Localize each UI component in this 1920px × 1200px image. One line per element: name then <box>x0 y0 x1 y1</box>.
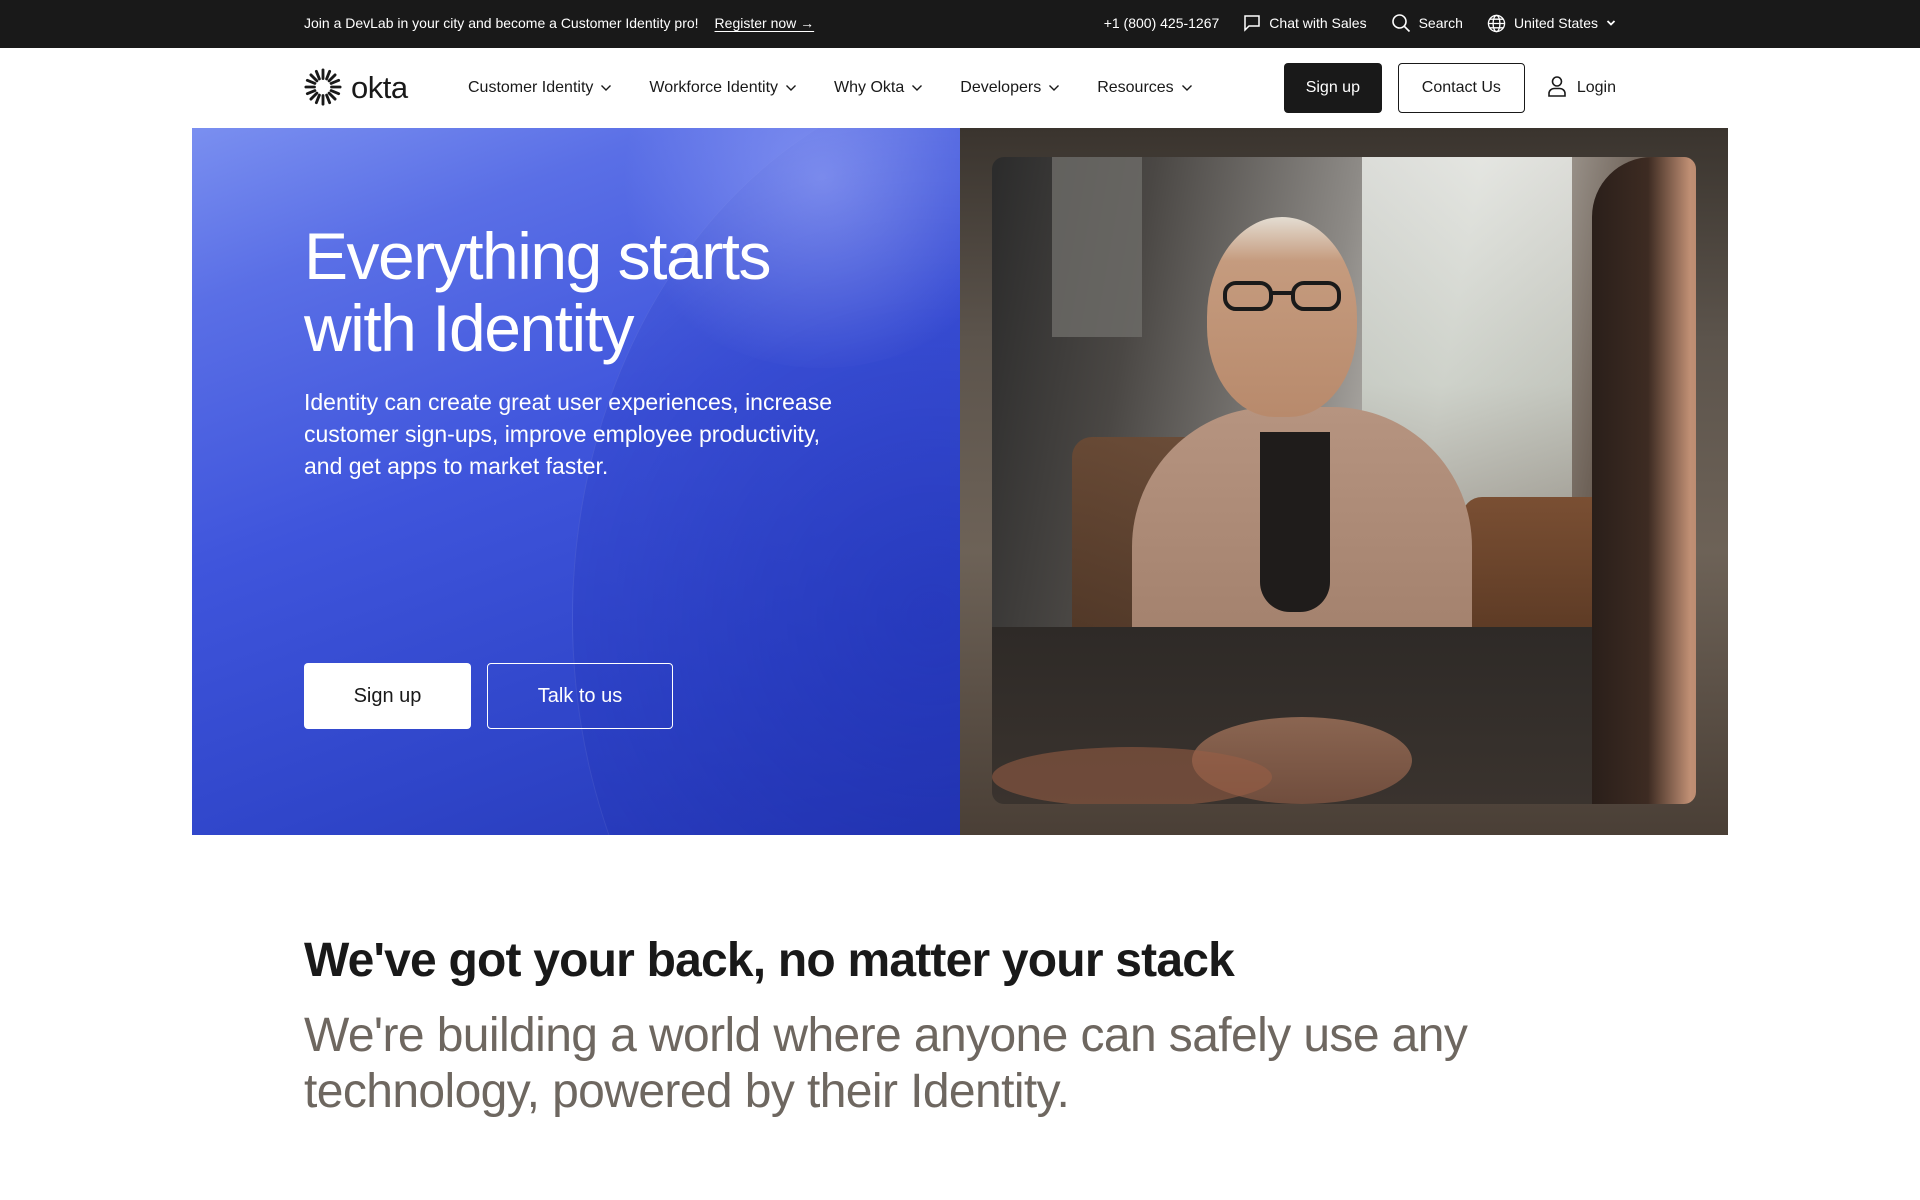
search-icon <box>1391 13 1411 33</box>
photo-second-person <box>1592 157 1696 804</box>
announcement-bar: Join a DevLab in your city and become a … <box>0 0 1920 48</box>
hero-panel: Everything starts with Identity Identity… <box>192 128 960 835</box>
chat-icon <box>1243 14 1261 32</box>
menu-label: Workforce Identity <box>649 79 779 96</box>
chat-label: Chat with Sales <box>1269 15 1367 31</box>
login-link[interactable]: Login <box>1547 75 1616 102</box>
chevron-down-icon <box>785 79 797 97</box>
hero-title: Everything starts with Identity <box>304 219 772 365</box>
contact-us-button[interactable]: Contact Us <box>1397 63 1525 113</box>
section-body: We're building a world where anyone can … <box>304 1009 1468 1118</box>
region-selector[interactable]: United States <box>1487 14 1616 33</box>
main-navigation: okta Customer Identity Workforce Identit… <box>0 48 1920 128</box>
user-icon <box>1547 75 1567 102</box>
region-label: United States <box>1513 15 1598 31</box>
menu-developers[interactable]: Developers <box>960 79 1060 97</box>
photo-background-window <box>1052 157 1142 337</box>
phone-number: +1 (800) 425-1267 <box>1103 15 1220 31</box>
talk-to-us-button[interactable]: Talk to us <box>487 663 673 729</box>
primary-menu: Customer Identity Workforce Identity Why… <box>468 79 1193 97</box>
menu-why-okta[interactable]: Why Okta <box>834 79 923 97</box>
signup-button[interactable]: Sign up <box>1283 63 1382 113</box>
okta-logo[interactable]: okta <box>304 68 408 111</box>
search-label: Search <box>1418 15 1463 31</box>
promo-text: Join a DevLab in your city and become a … <box>304 15 699 31</box>
photo-person-head <box>1207 217 1357 417</box>
login-label: Login <box>1576 79 1616 96</box>
chat-with-sales-link[interactable]: Chat with Sales <box>1243 14 1367 32</box>
menu-label: Customer Identity <box>468 79 594 96</box>
section-heading: We've got your back, no matter your stac… <box>304 934 1235 987</box>
photo-person-shirt <box>1260 432 1330 612</box>
register-now-link[interactable]: Register now → <box>715 15 815 31</box>
chevron-down-icon <box>911 79 923 97</box>
nav-actions: Sign up Contact Us Login <box>1283 63 1616 113</box>
photo-glasses <box>1223 281 1341 311</box>
hero-photo <box>992 157 1696 804</box>
menu-workforce-identity[interactable]: Workforce Identity <box>649 79 797 97</box>
logo-wordmark: okta <box>351 70 408 105</box>
chevron-down-icon <box>600 79 612 97</box>
globe-icon <box>1487 14 1506 33</box>
hero-subtitle: Identity can create great user experienc… <box>304 389 833 479</box>
chevron-down-icon <box>1606 19 1616 27</box>
promo-banner: Join a DevLab in your city and become a … <box>304 15 814 31</box>
menu-label: Resources <box>1097 79 1174 96</box>
utility-links: +1 (800) 425-1267 Chat with Sales Search… <box>1104 13 1616 33</box>
menu-resources[interactable]: Resources <box>1097 79 1192 97</box>
photo-foreground-hand <box>992 747 1272 804</box>
chevron-down-icon <box>1048 79 1060 97</box>
hero-image-panel <box>960 128 1728 835</box>
okta-sunburst-icon <box>304 68 342 111</box>
phone-link[interactable]: +1 (800) 425-1267 <box>1104 15 1220 31</box>
hero-signup-button[interactable]: Sign up <box>304 663 471 729</box>
search-link[interactable]: Search <box>1391 13 1463 33</box>
menu-customer-identity[interactable]: Customer Identity <box>468 79 612 97</box>
chevron-down-icon <box>1181 79 1193 97</box>
menu-label: Developers <box>960 79 1042 96</box>
menu-label: Why Okta <box>834 79 905 96</box>
